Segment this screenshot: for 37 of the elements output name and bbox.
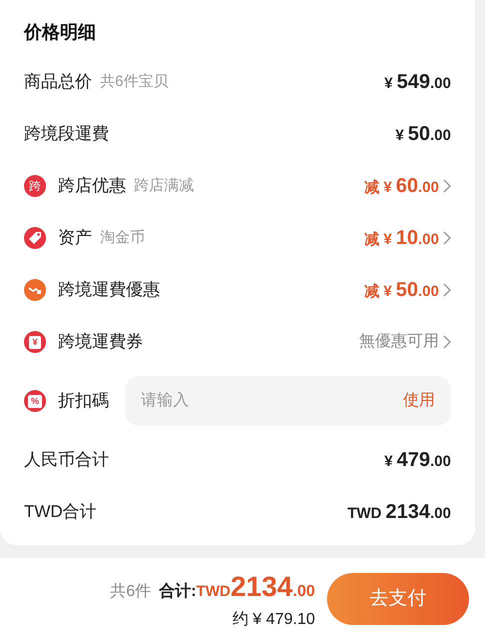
amount: 减 ¥ 10.00: [364, 226, 439, 251]
row-label: 跨境運費優惠: [58, 279, 160, 302]
chevron-right-icon: [443, 335, 451, 349]
amount: ¥ 50.00: [396, 122, 451, 147]
badge-icon: 跨: [24, 175, 46, 197]
row-label: 折扣碼: [58, 390, 109, 412]
row-label: 跨店优惠: [58, 175, 126, 198]
item-count: 共6件: [110, 582, 151, 602]
code-field[interactable]: 请输入 使用: [125, 376, 451, 426]
row-label: 商品总价: [24, 71, 92, 94]
total-amount: TWD2134.00: [196, 570, 315, 604]
row-label: 跨境段運費: [24, 123, 109, 146]
tag-icon: [24, 227, 46, 249]
row-note: 共6件宝贝: [100, 72, 168, 92]
amount: 减 ¥ 60.00: [364, 174, 439, 199]
row-label: 跨境運費券: [58, 331, 143, 354]
row-label: 人民币合计: [24, 449, 109, 472]
section-title: 价格明细: [24, 20, 97, 44]
use-button[interactable]: 使用: [403, 389, 435, 413]
pay-button[interactable]: 去支付: [327, 573, 469, 625]
row-note: 跨店满减: [134, 176, 194, 196]
row-note: 淘金币: [100, 228, 145, 248]
chevron-right-icon: [443, 179, 451, 193]
total-label: 合计:: [158, 582, 196, 602]
amount: 减 ¥ 50.00: [364, 278, 439, 303]
row-label: TWD合计: [24, 501, 97, 524]
amount: TWD 2134.00: [347, 500, 451, 525]
chevron-right-icon: [443, 283, 451, 297]
amount: ¥ 479.00: [384, 448, 451, 473]
status-text: 無優惠可用: [359, 332, 439, 352]
trend-down-icon: [24, 279, 46, 301]
ticket-icon: %: [24, 390, 46, 412]
approx-amount: 约 ¥ 479.10: [232, 610, 315, 630]
row-label: 资产: [58, 227, 92, 250]
chevron-right-icon: [443, 231, 451, 245]
ticket-icon: ¥: [24, 331, 46, 353]
amount: ¥ 549.00: [384, 70, 451, 95]
